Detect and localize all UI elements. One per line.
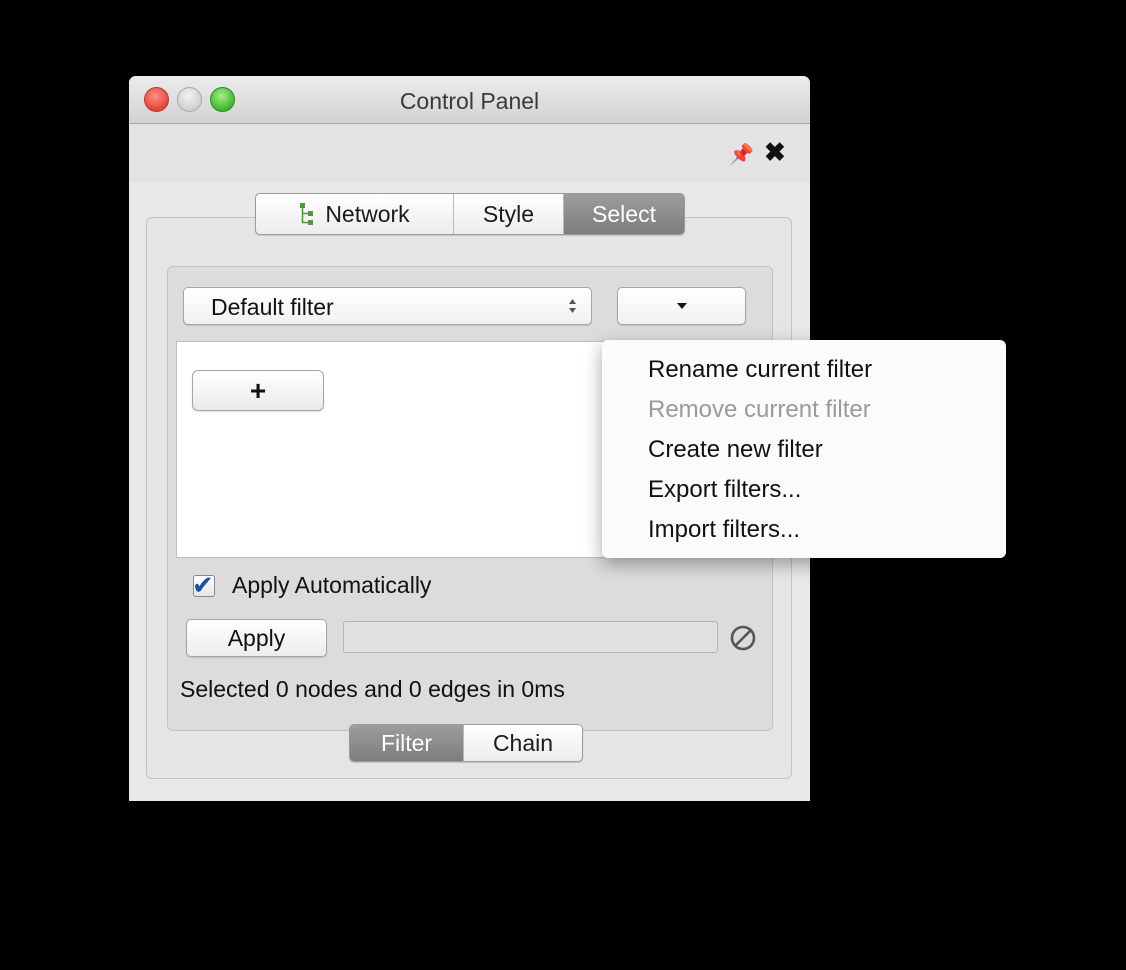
tab-network[interactable]: Network [256,194,454,234]
menu-item-rename-filter[interactable]: Rename current filter [648,356,872,384]
apply-button[interactable]: Apply [186,619,327,657]
status-text: Selected 0 nodes and 0 edges in 0ms [180,676,565,702]
filter-select[interactable]: Default filter [183,287,592,325]
bottom-tabs: Filter Chain [349,724,583,762]
pin-icon[interactable]: 📌 [729,142,754,167]
title-bar[interactable]: Control Panel [129,76,810,124]
tab-filter-label: Filter [380,729,433,756]
close-icon[interactable]: ✖ [764,137,786,168]
apply-automatically-checkbox[interactable]: ✔ [192,570,215,600]
panel-header [129,124,810,182]
add-filter-button[interactable]: + [192,370,324,411]
menu-item-export-filters[interactable]: Export filters... [648,476,801,504]
menu-item-remove-filter: Remove current filter [648,396,871,423]
updown-arrows-icon [569,299,576,313]
tab-select[interactable]: Select [564,194,684,234]
main-tabs: Network Style Select [255,193,685,235]
tab-network-label: Network [325,200,410,227]
apply-automatically-label[interactable]: Apply Automatically [232,572,431,599]
caret-down-icon [677,303,687,309]
progress-bar [343,621,718,653]
filter-select-value: Default filter [211,294,334,320]
tab-chain[interactable]: Chain [464,725,582,761]
menu-item-create-filter[interactable]: Create new filter [648,436,823,464]
window-title: Control Panel [399,88,540,114]
filter-dropdown-menu: Rename current filter Remove current fil… [602,340,1006,558]
menu-item-import-filters[interactable]: Import filters... [648,516,800,544]
tab-style[interactable]: Style [454,194,564,234]
filter-menu-button[interactable] [617,287,746,325]
tab-style-label: Style [482,200,535,227]
cancel-icon[interactable] [728,623,758,653]
tab-filter[interactable]: Filter [350,725,464,761]
network-tree-icon [300,203,314,225]
check-icon: ✔ [192,570,214,600]
tab-chain-label: Chain [492,729,554,756]
tab-select-label: Select [592,200,656,227]
